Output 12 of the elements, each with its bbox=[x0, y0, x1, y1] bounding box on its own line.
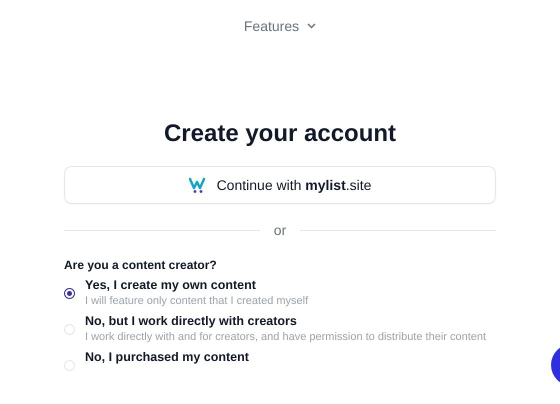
chevron-down-icon bbox=[307, 23, 316, 29]
radio-button[interactable] bbox=[64, 288, 75, 299]
continue-with-button[interactable]: Continue with mylist.site bbox=[64, 166, 496, 204]
page-title: Create your account bbox=[164, 120, 396, 148]
option-description: I will feature only content that I created myself bbox=[85, 295, 308, 308]
features-menu[interactable]: Features bbox=[240, 16, 320, 36]
option-label: No, but I work directly with creators bbox=[85, 314, 298, 328]
question-label: Are you a content creator? bbox=[64, 258, 218, 272]
option-label: No, I purchased my content bbox=[85, 350, 249, 364]
or-divider-text: or bbox=[274, 222, 286, 238]
option-label: Yes, I create my own content bbox=[85, 278, 257, 292]
option-description: I work directly with and for creators, and have permission to distribute their content bbox=[85, 331, 486, 344]
